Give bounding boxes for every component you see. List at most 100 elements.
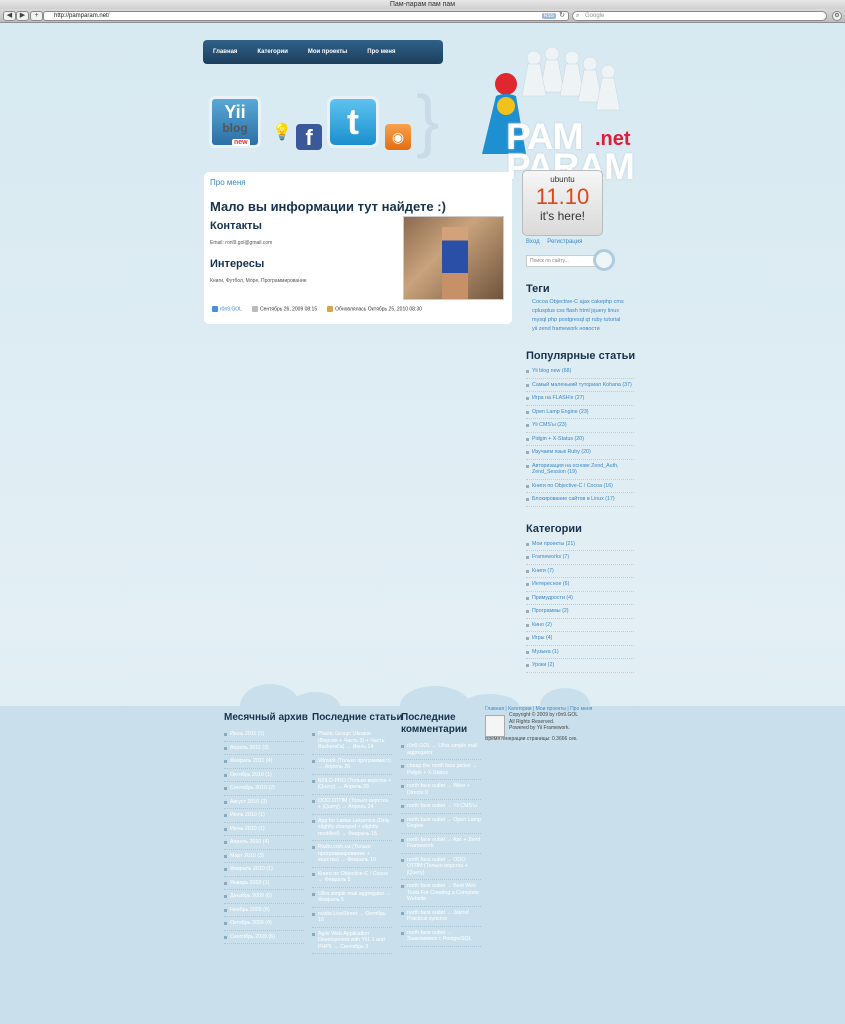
list-item[interactable]: north face outlet → ООО ОТПМ (Только вер… (401, 854, 481, 880)
ubuntu-banner[interactable]: ubuntu 11.10 it's here! (522, 170, 603, 236)
list-item[interactable]: nvidia LiveStreet → Октябрь 16 (312, 908, 392, 928)
auth-links: Вход Регистрация (526, 239, 637, 245)
search-icon: ⌕ (576, 13, 580, 19)
breadcrumb[interactable]: Про меня (210, 178, 506, 187)
list-item[interactable]: Игры (4) (526, 632, 634, 646)
list-item[interactable]: Октябрь 2010 (1) (224, 769, 304, 782)
twitter-icon[interactable]: t (327, 96, 379, 148)
list-item[interactable]: north face outlet → Знакомимся с Postgre… (401, 927, 481, 947)
list-item[interactable]: Примудрости (4) (526, 592, 634, 605)
author-link[interactable]: r0n9.GOL (220, 306, 242, 312)
list-item[interactable]: Самый маленький туториал Kohana (37) (526, 379, 634, 392)
tags-heading: Теги (526, 283, 550, 295)
list-item[interactable]: Июль 2010 (1) (224, 809, 304, 823)
list-item[interactable]: Интересное (6) (526, 578, 634, 592)
footer: Месячный архив Июль 2011 (1) Апрель 2011… (0, 684, 845, 1024)
list-item[interactable]: north face outlet → Jskmd Practical sync… (401, 907, 481, 927)
list-item[interactable]: north face outlet → Open Lamp Engine (401, 814, 481, 834)
list-item[interactable]: Plastic Group: Ukraine (Версия + Часть 3… (312, 728, 392, 755)
user-icon (212, 306, 218, 312)
forward-icon[interactable]: ▶ (16, 11, 29, 21)
main-content: Про меня Мало вы информации тут найдете … (204, 172, 512, 324)
list-item[interactable]: Vitmark (Только программист) → Апрель 26 (312, 755, 392, 775)
nav-projects[interactable]: Мои проекты (298, 40, 357, 64)
list-item[interactable]: Блокирование сайтов в Linux (17) (526, 493, 634, 507)
list-item[interactable]: Декабрь 2009 (6) (224, 890, 304, 904)
list-item[interactable]: Октябрь 2009 (4) (224, 917, 304, 931)
list-item[interactable]: Изучаем язык Ruby (20) (526, 446, 634, 460)
list-item[interactable]: north face outlet → Wine + Directx 9 (401, 780, 481, 800)
list-item[interactable]: Уроки (2) (526, 659, 634, 673)
list-item[interactable]: Февраль 2011 (4) (224, 755, 304, 769)
list-item[interactable]: Ноябрь 2009 (6) (224, 904, 304, 917)
list-item[interactable]: Август 2010 (3) (224, 796, 304, 809)
nav-categories[interactable]: Категории (247, 40, 297, 64)
list-item[interactable]: ООО ОТПМ (Только верстка + jQuery) → Апр… (312, 795, 392, 815)
list-item[interactable]: north face outlet → Apc + Zend Framework (401, 834, 481, 854)
list-item[interactable]: Сентябрь 2010 (2) (224, 782, 304, 796)
page-title: Мало вы информации тут найдете :) (210, 199, 446, 214)
list-item[interactable]: Agile Web Application Development with Y… (312, 928, 392, 954)
list-item[interactable]: Книги по Objective-C / Cocoa (16) (526, 480, 634, 493)
list-item[interactable]: Музыка (1) (526, 646, 634, 659)
list-item[interactable]: Программы (2) (526, 605, 634, 619)
list-item[interactable]: Ultra simple mail aggregator → Февраль 5 (312, 888, 392, 908)
list-item[interactable]: Книги по Objective-C / Cocoa → Февраль 5 (312, 868, 392, 888)
add-tab-icon[interactable]: + (30, 11, 43, 21)
list-item[interactable]: north face outlet → Yii CMS'ы (401, 800, 481, 814)
list-item[interactable]: Frameworks (7) (526, 551, 634, 565)
list-item[interactable]: Radio.com.ua (Только программирование + … (312, 841, 392, 868)
list-item[interactable]: Апрель 2010 (4) (224, 836, 304, 850)
popular-heading: Популярные статьи (526, 350, 636, 362)
window-title: Пам-парам пам пам (0, 0, 845, 9)
archive-heading: Месячный архив (224, 712, 308, 723)
post-meta: r0n9.GOL Сентябрь 26, 2009 08:15 Обновля… (212, 306, 422, 312)
social-icons: Yii blog new 💡 f t ◉ } (209, 85, 439, 155)
search-field[interactable]: ⌕ Google (572, 11, 827, 21)
site-search-input[interactable]: Поиск по сайту... (526, 249, 615, 271)
list-item[interactable]: Авторизация на основе Zend_Auth, Zend_Se… (526, 460, 634, 480)
copyright-block: Copyright © 2009 by r0n9.GOL All Rights … (485, 712, 595, 742)
list-item[interactable]: Мои проекты (21) (526, 538, 634, 551)
list-item[interactable]: Yii blog new (68) (526, 365, 634, 379)
list-item[interactable]: Кино (2) (526, 619, 634, 632)
register-link[interactable]: Регистрация (547, 239, 582, 245)
nav-about[interactable]: Про меня (357, 40, 405, 64)
tag-cloud[interactable]: Cocoa Objective-C ajax cakephp cms cplus… (522, 298, 627, 334)
rss-badge[interactable]: RSS (541, 13, 556, 19)
list-item[interactable]: Open Lamp Engine (23) (526, 406, 634, 419)
nav-home[interactable]: Главная (203, 40, 247, 64)
yii-blog-icon[interactable]: Yii blog new (209, 96, 261, 148)
list-item[interactable]: Апрель 2011 (3) (224, 742, 304, 755)
list-item[interactable]: north face outlet → Best Web Tools For C… (401, 880, 481, 907)
list-item[interactable]: Июль 2011 (1) (224, 728, 304, 742)
list-item[interactable]: Игра на FLASH'e (27) (526, 392, 634, 406)
login-link[interactable]: Вход (526, 239, 540, 245)
comments-heading: Последние комментарии (401, 712, 468, 735)
list-item[interactable]: Pidgin + X-Status (20) (526, 433, 634, 446)
back-icon[interactable]: ◀ (3, 11, 16, 21)
list-item[interactable]: Январь 2010 (1) (224, 877, 304, 890)
list-item[interactable]: Сентябрь 2009 (6) (224, 931, 304, 944)
list-item[interactable]: cheap the north face jacket → Pidgin + X… (401, 760, 481, 780)
address-bar[interactable]: http://pamparam.net/ RSS ↻ (43, 11, 569, 21)
list-item[interactable]: Февраль 2010 (1) (224, 863, 304, 877)
list-item[interactable]: Yii CMS'ы (23) (526, 419, 634, 433)
site-logo[interactable]: PAM PARAM .net (460, 44, 640, 185)
list-item[interactable]: App for Lanka Lekarnica (Only slightly c… (312, 815, 392, 841)
settings-icon[interactable]: ⚙ (832, 11, 842, 21)
lightbulb-icon[interactable]: 💡 (272, 122, 292, 150)
facebook-icon[interactable]: f (296, 124, 322, 150)
list-item[interactable]: Июнь 2010 (1) (224, 823, 304, 836)
reload-icon[interactable]: ↻ (559, 12, 565, 20)
list-item[interactable]: Март 2010 (3) (224, 850, 304, 863)
list-item[interactable]: B2ILD-PRO (Только верстка + jQuery) → Ап… (312, 775, 392, 795)
brace-decoration: } (416, 81, 440, 159)
magnifier-icon[interactable] (593, 249, 615, 271)
categories-list: Мои проекты (21) Frameworks (7) Книги (7… (526, 538, 634, 673)
list-item[interactable]: Книги (7) (526, 565, 634, 578)
list-item[interactable]: r0n9.GOL → Ultra simple mail aggregator (401, 740, 481, 760)
post-date: Сентябрь 26, 2009 08:15 (259, 306, 318, 313)
main-nav: Главная Категории Мои проекты Про меня (203, 40, 443, 64)
rss-icon[interactable]: ◉ (385, 124, 411, 150)
